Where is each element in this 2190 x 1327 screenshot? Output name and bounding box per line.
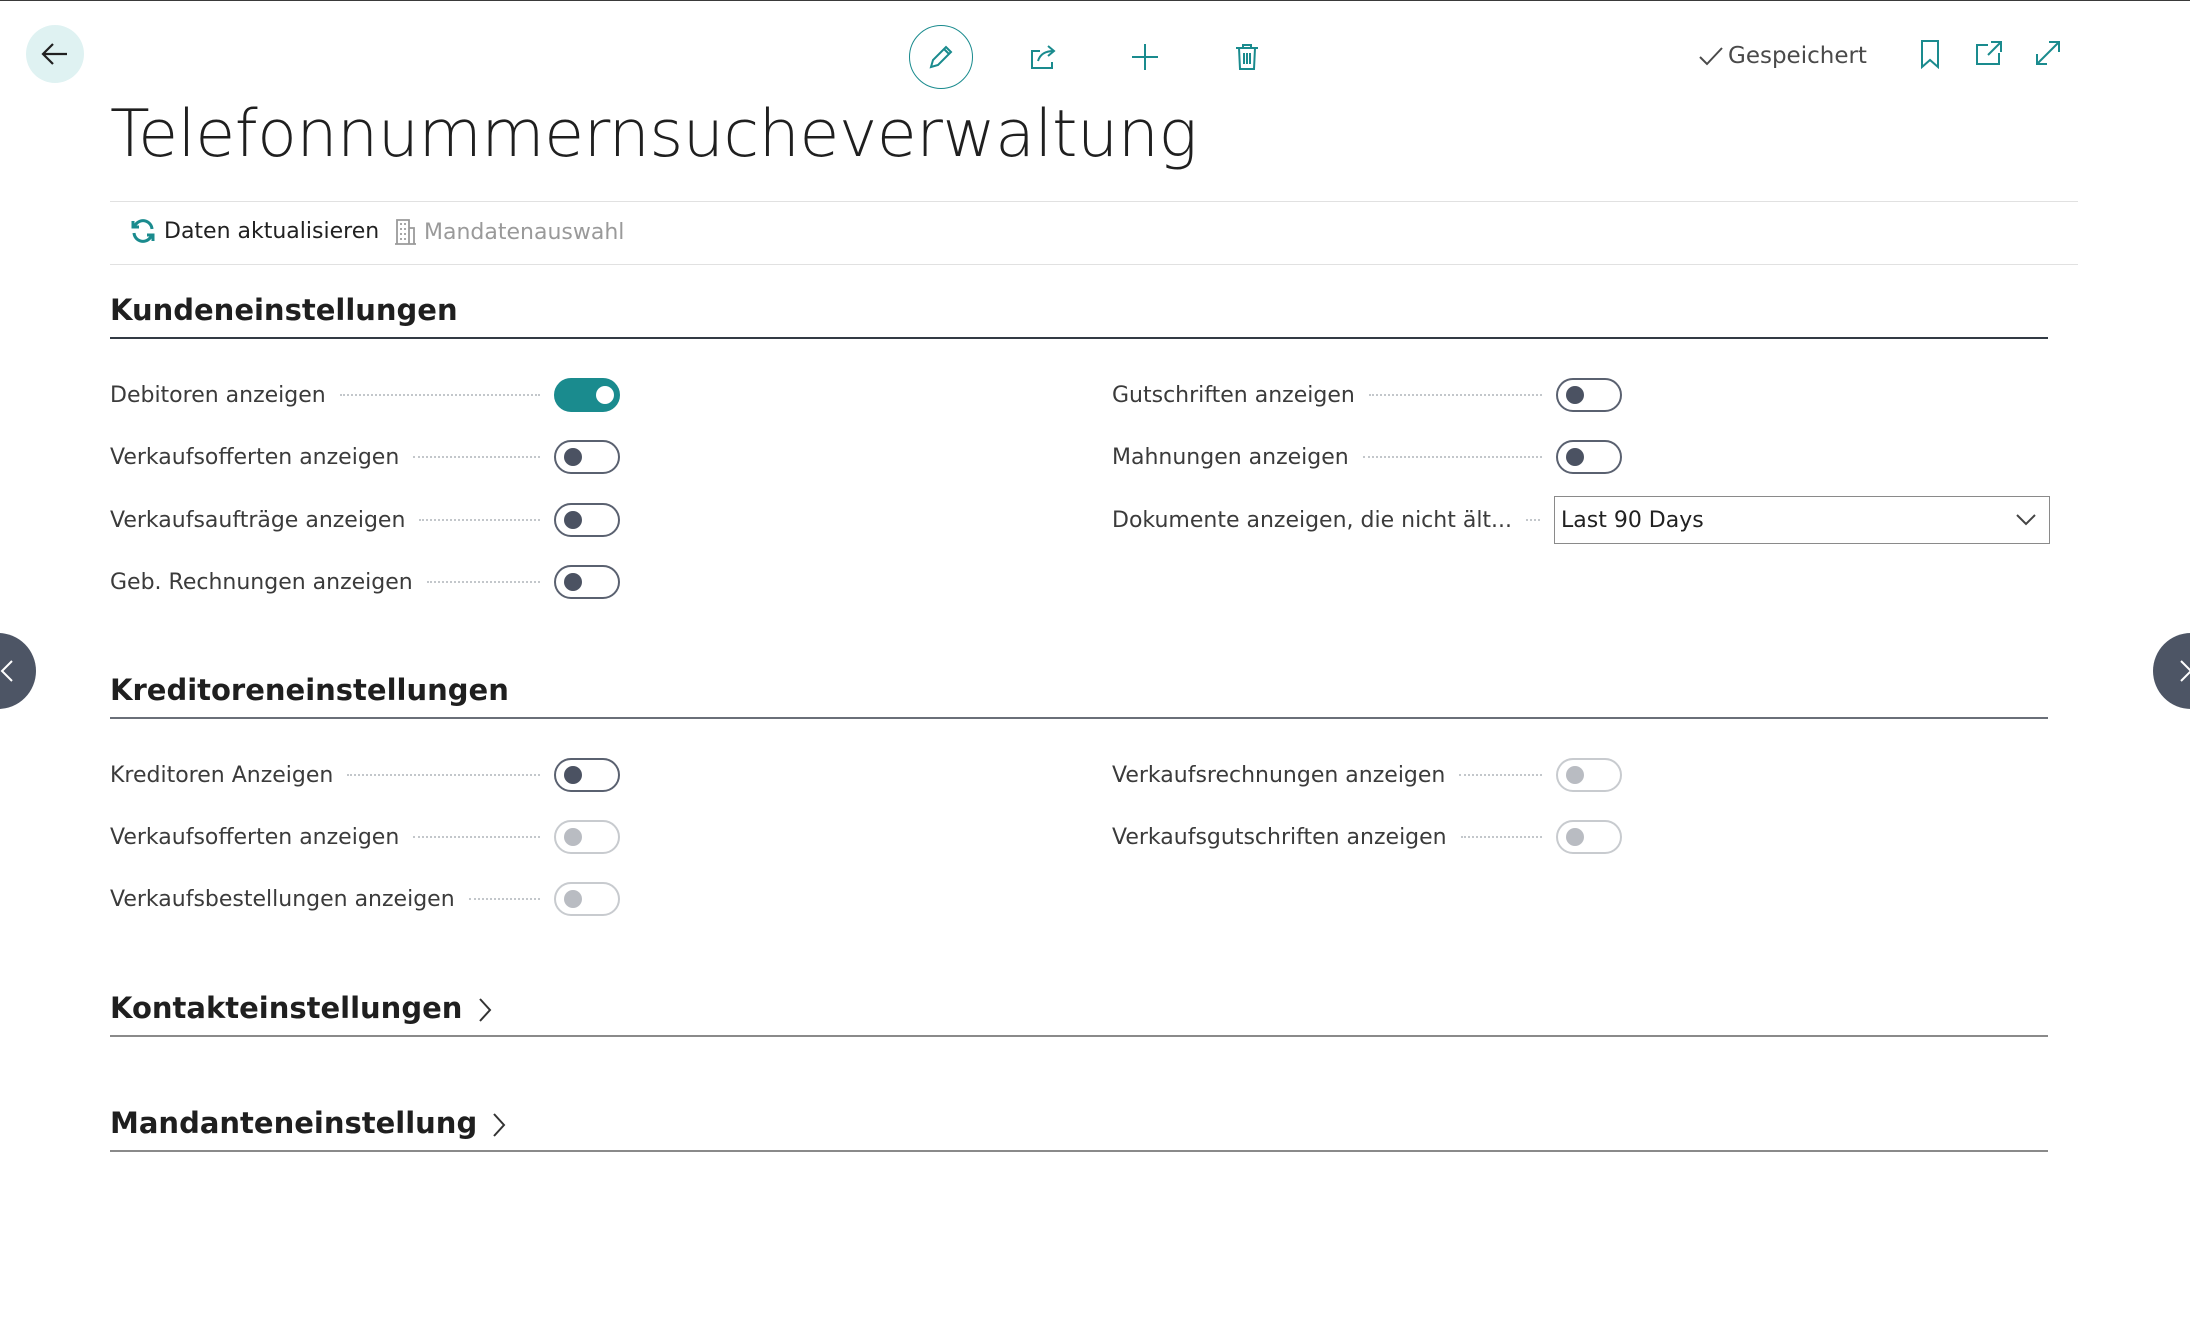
show-purchase-orders-toggle[interactable] <box>554 882 620 916</box>
arrow-left-icon <box>41 43 67 65</box>
field-show-sales-credit-memos: Verkaufsgutschriften anzeigen <box>1112 817 1622 857</box>
chevron-left-icon <box>0 660 13 682</box>
edit-button[interactable] <box>909 25 973 89</box>
field-show-vendor-quotes: Verkaufsofferten anzeigen <box>110 817 620 857</box>
saved-status: Gespeichert <box>1698 43 1867 69</box>
field-label: Verkaufsofferten anzeigen <box>110 444 400 470</box>
chevron-right-icon <box>2180 660 2190 682</box>
vendor-settings-header[interactable]: Kreditoreneinstellungen <box>110 673 2048 719</box>
show-sales-invoices-toggle[interactable] <box>1556 758 1622 792</box>
mandate-settings-title: Mandanteneinstellung <box>110 1106 478 1140</box>
field-show-reminders: Mahnungen anzeigen <box>1112 437 1622 477</box>
trash-icon <box>1236 44 1258 70</box>
field-label: Mahnungen anzeigen <box>1112 444 1349 470</box>
record-toolbar <box>909 25 1317 89</box>
show-sales-quotes-toggle[interactable] <box>554 440 620 474</box>
show-reminders-toggle[interactable] <box>1556 440 1622 474</box>
delete-button[interactable] <box>1215 25 1279 89</box>
field-label: Dokumente anzeigen, die nicht ält... <box>1112 507 1513 533</box>
field-show-sales-orders: Verkaufsaufträge anzeigen <box>110 500 620 540</box>
show-sales-credit-memos-toggle[interactable] <box>1556 820 1622 854</box>
share-icon <box>1031 45 1056 69</box>
refresh-icon <box>131 219 155 243</box>
show-vendor-quotes-toggle[interactable] <box>554 820 620 854</box>
open-new-window-icon[interactable] <box>1974 39 2004 67</box>
building-icon <box>395 219 416 245</box>
field-label: Debitoren anzeigen <box>110 382 326 408</box>
chevron-right-icon <box>478 998 491 1022</box>
page-title: Telefonnummernsucheverwaltung <box>110 97 1197 172</box>
saved-status-label: Gespeichert <box>1728 43 1867 69</box>
field-label: Verkaufsofferten anzeigen <box>110 824 400 850</box>
field-label: Verkaufsrechnungen anzeigen <box>1112 762 1446 788</box>
field-show-sales-quotes: Verkaufsofferten anzeigen <box>110 437 620 477</box>
documents-age-select[interactable]: Last 90 Days <box>1554 496 2050 544</box>
show-vendors-toggle[interactable] <box>554 758 620 792</box>
mandate-settings-header[interactable]: Mandanteneinstellung <box>110 1106 2048 1152</box>
show-sales-orders-toggle[interactable] <box>554 503 620 537</box>
plus-icon <box>1132 44 1158 70</box>
field-show-vendors: Kreditoren Anzeigen <box>110 755 620 795</box>
share-button[interactable] <box>1011 25 1075 89</box>
documents-age-value: Last 90 Days <box>1561 507 1704 533</box>
field-documents-age-filter: Dokumente anzeigen, die nicht ält... Las… <box>1112 496 2050 544</box>
back-button[interactable] <box>26 25 84 83</box>
field-show-posted-invoices: Geb. Rechnungen anzeigen <box>110 562 620 602</box>
refresh-data-label: Daten aktualisieren <box>164 218 380 244</box>
next-record-button[interactable] <box>2153 633 2190 709</box>
field-show-debtors: Debitoren anzeigen <box>110 375 620 415</box>
field-label: Verkaufsgutschriften anzeigen <box>1112 824 1447 850</box>
contact-settings-title: Kontakteinstellungen <box>110 991 463 1025</box>
refresh-data-action[interactable]: Daten aktualisieren <box>130 218 379 244</box>
show-posted-invoices-toggle[interactable] <box>554 565 620 599</box>
pencil-icon <box>929 45 953 69</box>
expand-icon[interactable] <box>2034 39 2062 67</box>
chevron-down-icon <box>2016 514 2036 526</box>
bookmark-icon[interactable] <box>1918 39 1942 69</box>
field-label: Verkaufsaufträge anzeigen <box>110 507 406 533</box>
customer-settings-header[interactable]: Kundeneinstellungen <box>110 293 2048 339</box>
field-show-purchase-orders: Verkaufsbestellungen anzeigen <box>110 879 620 919</box>
show-credit-memos-toggle[interactable] <box>1556 378 1622 412</box>
mandate-selection-action[interactable]: Mandatenauswahl <box>394 218 624 246</box>
previous-record-button[interactable] <box>0 633 36 709</box>
show-debtors-toggle[interactable] <box>554 378 620 412</box>
field-show-credit-memos: Gutschriften anzeigen <box>1112 375 1622 415</box>
checkmark-icon <box>1699 47 1723 66</box>
field-label: Kreditoren Anzeigen <box>110 762 334 788</box>
field-show-sales-invoices: Verkaufsrechnungen anzeigen <box>1112 755 1622 795</box>
vendor-settings-title: Kreditoreneinstellungen <box>110 673 509 707</box>
contact-settings-header[interactable]: Kontakteinstellungen <box>110 991 2048 1037</box>
mandate-selection-label: Mandatenauswahl <box>424 219 625 245</box>
field-label: Geb. Rechnungen anzeigen <box>110 569 413 595</box>
new-button[interactable] <box>1113 25 1177 89</box>
field-label: Verkaufsbestellungen anzeigen <box>110 886 455 912</box>
field-label: Gutschriften anzeigen <box>1112 382 1355 408</box>
chevron-right-icon <box>493 1113 506 1137</box>
customer-settings-title: Kundeneinstellungen <box>110 293 458 327</box>
action-bar: Daten aktualisieren Mandatenauswahl <box>110 201 2078 265</box>
